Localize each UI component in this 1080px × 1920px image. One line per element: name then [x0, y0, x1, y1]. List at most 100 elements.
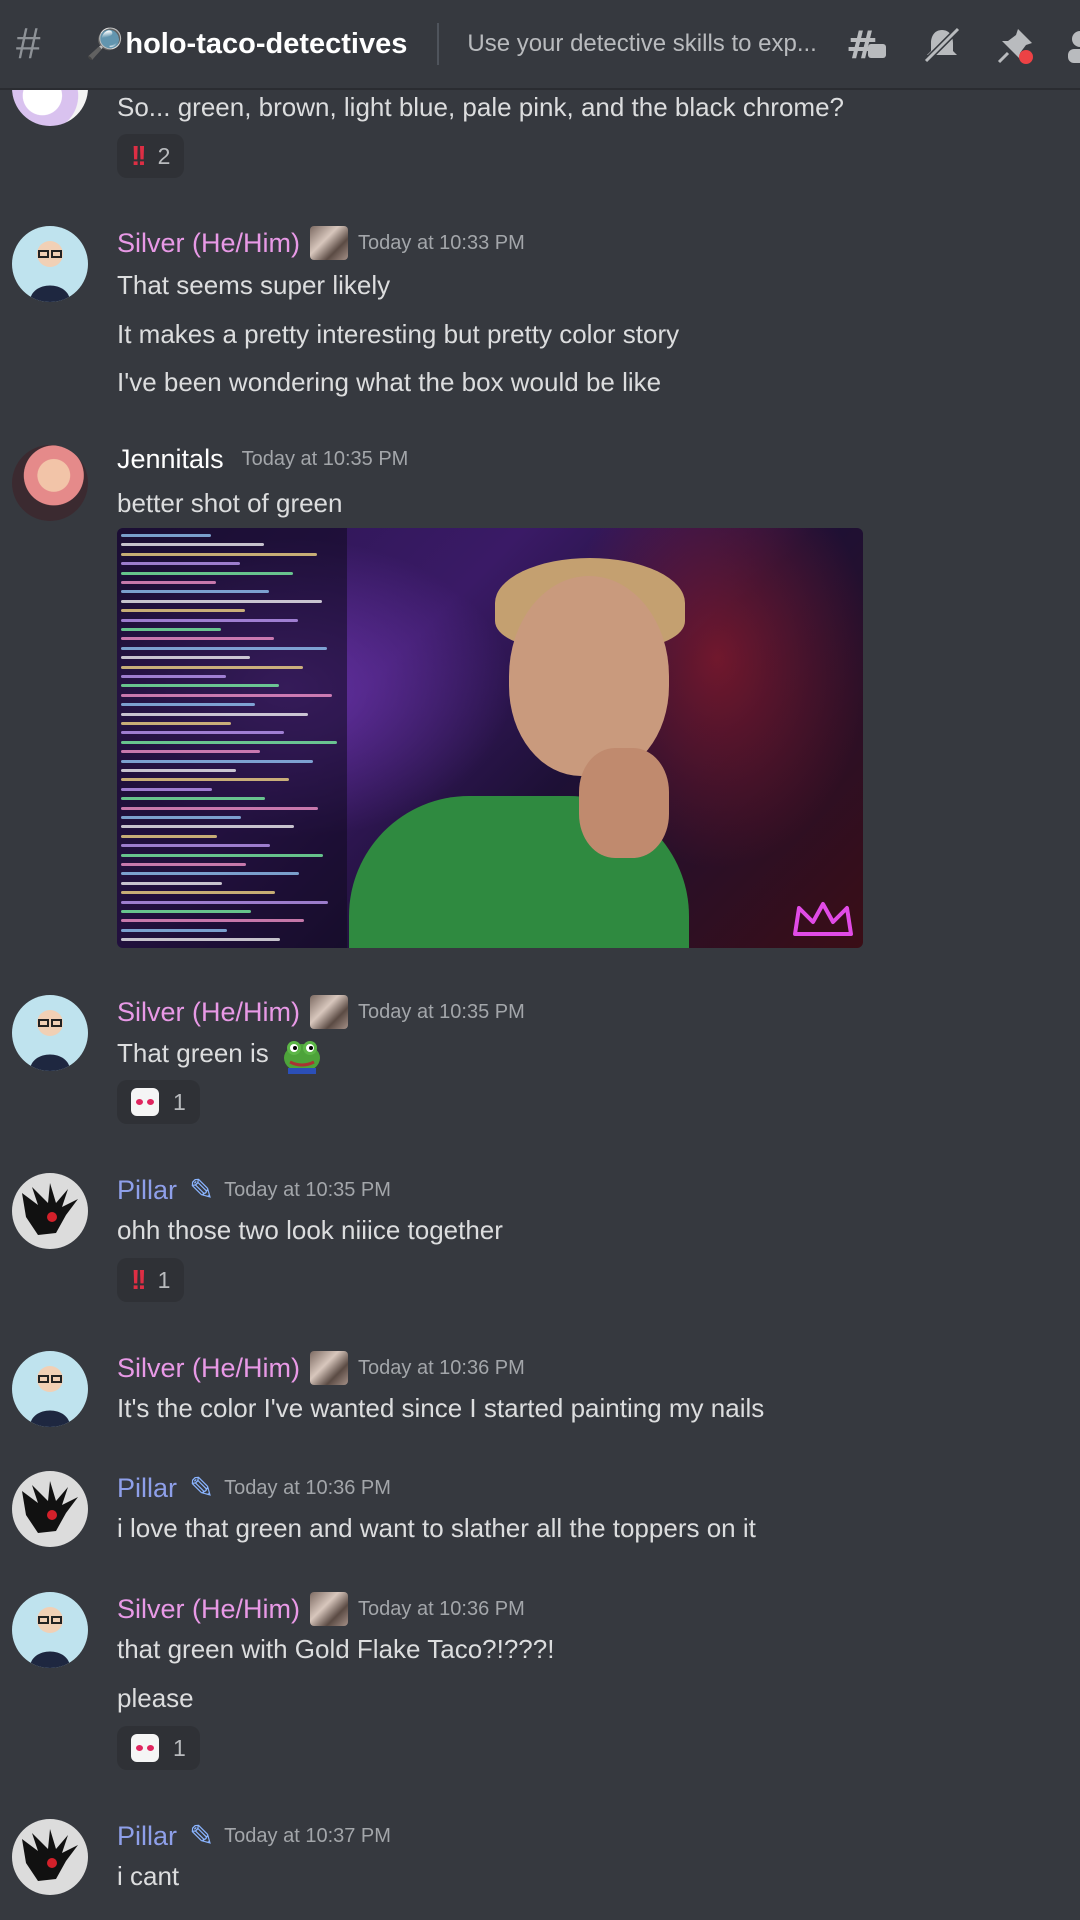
stream-chat-line	[121, 609, 245, 613]
heart-eyes-cat-icon	[131, 1734, 159, 1762]
stream-chat-line	[121, 543, 264, 547]
magic-wand-icon: ✎	[189, 1820, 215, 1853]
stream-chat-line	[121, 806, 318, 810]
magic-wand-icon: ✎	[189, 1472, 215, 1505]
message-header: Silver (He/Him) Today at 10:36 PM	[117, 1592, 525, 1626]
message-text: So... green, brown, light blue, pale pin…	[117, 92, 844, 122]
reaction-pill[interactable]: 1	[117, 1726, 200, 1770]
attached-image[interactable]	[117, 528, 863, 948]
avatar[interactable]	[12, 1471, 88, 1547]
members-icon[interactable]	[1066, 22, 1080, 68]
avatar[interactable]	[12, 1819, 88, 1895]
reaction-pill[interactable]: !! 2	[117, 134, 185, 178]
message-text: I've been wondering what the box would b…	[117, 367, 662, 397]
stream-chat-overlay	[117, 528, 347, 948]
avatar[interactable]	[12, 1592, 88, 1668]
reaction-pill[interactable]: !! 1	[117, 1258, 185, 1302]
stream-chat-line	[121, 665, 303, 669]
message-header: Silver (He/Him) Today at 10:35 PM	[117, 995, 525, 1029]
avatar[interactable]	[12, 445, 88, 521]
avatar[interactable]	[12, 1173, 88, 1249]
role-image-icon	[310, 1351, 349, 1385]
silver-avatar-icon	[30, 241, 70, 302]
timestamp: Today at 10:36 PM	[358, 1356, 525, 1379]
role-image-icon	[310, 995, 349, 1029]
message-text: That green is	[117, 1036, 322, 1074]
username[interactable]: Silver (He/Him)	[117, 228, 300, 259]
double-exclamation-icon: !!	[131, 140, 147, 171]
stream-chat-line	[121, 928, 227, 932]
stream-chat-line	[121, 534, 211, 537]
stream-chat-line	[121, 919, 304, 923]
message-text: better shot of green	[117, 488, 343, 518]
message-text: It makes a pretty interesting but pretty…	[117, 319, 680, 349]
channel-topic[interactable]: Use your detective skills to exp...	[467, 30, 842, 58]
pillar-avatar-icon	[22, 1183, 78, 1235]
stream-chat-line	[121, 797, 265, 801]
message-text: That seems super likely	[117, 270, 391, 300]
avatar[interactable]	[12, 1351, 88, 1427]
message-text: It's the color I've wanted since I start…	[117, 1393, 765, 1423]
double-exclamation-icon: !!	[131, 1264, 147, 1295]
pillar-avatar-icon	[22, 1829, 78, 1881]
timestamp: Today at 10:35 PM	[358, 1000, 525, 1023]
header-divider	[437, 23, 440, 65]
stream-chat-line	[121, 750, 260, 754]
stream-chat-line	[121, 900, 328, 904]
message-header: Pillar ✎ Today at 10:35 PM	[117, 1173, 391, 1208]
crown-icon	[793, 902, 853, 936]
stream-chat-line	[121, 693, 332, 697]
stream-chat-line	[121, 881, 222, 885]
stream-chat-line	[121, 891, 275, 895]
username[interactable]: Pillar	[117, 1175, 177, 1206]
timestamp: Today at 10:36 PM	[224, 1477, 391, 1499]
timestamp: Today at 10:35 PM	[241, 448, 409, 470]
silver-avatar-icon	[30, 1010, 70, 1071]
avatar[interactable]	[12, 995, 88, 1071]
pin-icon[interactable]	[996, 22, 1036, 68]
channel-name[interactable]: holo-taco-detectives	[125, 28, 407, 61]
stream-chat-line	[121, 590, 269, 594]
username[interactable]: Pillar	[117, 1821, 177, 1852]
username[interactable]: Pillar	[117, 1473, 177, 1504]
stream-chat-line	[121, 684, 279, 688]
stream-chat-line	[121, 581, 216, 584]
pillar-avatar-icon	[22, 1481, 78, 1533]
stream-chat-line	[121, 571, 293, 575]
message-text: i love that green and want to slather al…	[117, 1513, 756, 1543]
reaction-pill[interactable]: 1	[117, 1080, 200, 1124]
magnifier-emoji: 🔎	[86, 27, 124, 61]
magic-wand-icon: ✎	[189, 1174, 215, 1207]
threads-icon[interactable]: #	[846, 22, 888, 68]
stream-chat-line	[121, 844, 270, 848]
silver-avatar-icon	[30, 1366, 70, 1427]
message-header: Pillar ✎ Today at 10:37 PM	[117, 1819, 391, 1854]
message-text: ohh those two look niiice together	[117, 1215, 503, 1245]
channel-header: # 🔎 holo-taco-detectives Use your detect…	[0, 0, 1080, 90]
stream-chat-line	[121, 646, 327, 650]
stream-chat-line	[121, 703, 255, 707]
avatar[interactable]	[12, 226, 88, 302]
role-image-icon	[310, 226, 349, 260]
timestamp: Today at 10:36 PM	[358, 1597, 525, 1620]
stream-chat-line	[121, 872, 299, 876]
stream-chat-line	[121, 722, 231, 725]
stream-chat-line	[121, 637, 274, 641]
reaction-count: 1	[173, 1734, 186, 1761]
username[interactable]: Silver (He/Him)	[117, 1594, 300, 1625]
message-header: Silver (He/Him) Today at 10:33 PM	[117, 226, 525, 260]
message-header: Pillar ✎ Today at 10:36 PM	[117, 1471, 391, 1506]
message-text-content: That green is	[117, 1037, 269, 1068]
username[interactable]: Jennitals	[117, 444, 224, 475]
stream-chat-line	[121, 825, 294, 829]
username[interactable]: Silver (He/Him)	[117, 1353, 300, 1384]
message-header: Silver (He/Him) Today at 10:36 PM	[117, 1351, 525, 1385]
reaction-count: 1	[173, 1088, 186, 1115]
mute-icon[interactable]	[922, 22, 962, 68]
stream-chat-line	[121, 712, 308, 716]
username[interactable]: Silver (He/Him)	[117, 997, 300, 1028]
image-hand	[579, 748, 669, 858]
timestamp: Today at 10:35 PM	[224, 1179, 391, 1201]
role-image-icon	[310, 1592, 349, 1626]
stream-chat-line	[121, 863, 246, 866]
